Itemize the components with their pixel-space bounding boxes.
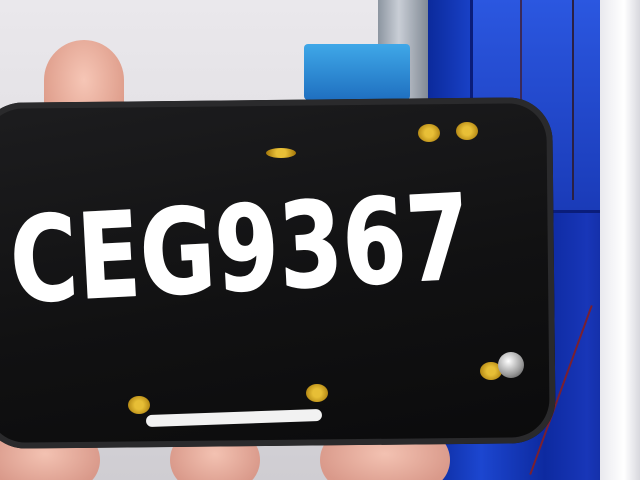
handwritten-code-text: CEG9367 (7, 168, 474, 330)
screw-head (498, 352, 524, 378)
blue-storage-bin (304, 44, 410, 100)
handwritten-code: CEG9367 (6, 168, 474, 331)
white-frame-edge (600, 0, 640, 480)
cable (572, 0, 574, 200)
gold-marker-dot (266, 148, 296, 158)
gold-marker-dot (456, 122, 478, 140)
gold-marker-dot (128, 396, 150, 414)
gold-marker-dot (306, 384, 328, 402)
photo-scene: CEG9367 (0, 0, 640, 480)
gold-marker-dot (418, 124, 440, 142)
